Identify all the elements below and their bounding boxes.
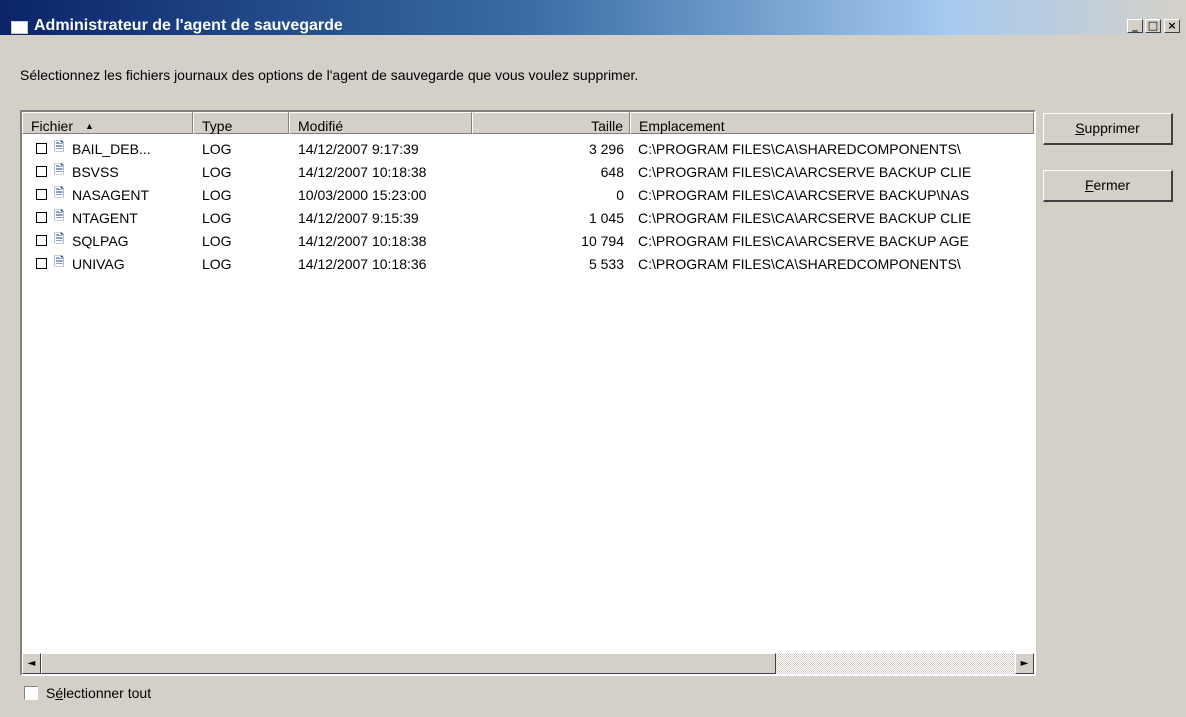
window-icon [11, 21, 28, 34]
sort-ascending-icon: ▲ [85, 121, 94, 131]
select-all-label[interactable]: Sélectionner tout [46, 685, 151, 701]
cell-emplacement: C:\PROGRAM FILES\CA\SHAREDCOMPONENTS\ [638, 141, 961, 157]
select-all-checkbox[interactable] [24, 686, 38, 700]
row-checkbox[interactable] [36, 258, 47, 269]
column-header-emplacement[interactable]: Emplacement [630, 112, 1034, 134]
maximize-button[interactable]: □ [1145, 19, 1161, 33]
cell-type: LOG [202, 187, 232, 203]
cell-taille: 5 533 [588, 256, 624, 272]
cell-taille: 3 296 [588, 141, 624, 157]
scroll-left-icon[interactable]: ◄ [22, 653, 41, 674]
table-row[interactable]: 🗎 SQLPAG LOG 14/12/2007 10:18:38 10 794 C:\PR… [22, 230, 1034, 253]
cell-emplacement: C:\PROGRAM FILES\CA\ARCSERVE BACKUP CLIE [638, 210, 972, 226]
list-header: Fichier ▲ Type Modifié Taille Emplacement [22, 112, 1034, 136]
cell-taille: 0 [616, 187, 624, 203]
cell-taille: 1 045 [588, 210, 624, 226]
cell-fichier: NASAGENT [72, 187, 150, 203]
close-button[interactable]: × [1164, 19, 1180, 33]
cell-type: LOG [202, 233, 232, 249]
document-icon: 🗎 [54, 232, 65, 247]
cell-modifie: 14/12/2007 10:18:38 [298, 164, 427, 180]
cell-fichier: BSVSS [72, 164, 119, 180]
document-icon: 🗎 [54, 140, 65, 155]
document-icon: 🗎 [54, 209, 65, 224]
cell-modifie: 14/12/2007 10:18:38 [298, 233, 427, 249]
cell-taille: 648 [600, 164, 624, 180]
scrollbar-thumb[interactable] [41, 653, 776, 674]
cell-type: LOG [202, 164, 232, 180]
row-checkbox[interactable] [36, 189, 47, 200]
row-checkbox[interactable] [36, 143, 47, 154]
cell-modifie: 14/12/2007 9:17:39 [298, 141, 419, 157]
cell-modifie: 14/12/2007 10:18:36 [298, 256, 427, 272]
document-icon: 🗎 [54, 186, 65, 201]
row-checkbox[interactable] [36, 166, 47, 177]
column-header-type[interactable]: Type [193, 112, 289, 134]
cell-emplacement: C:\PROGRAM FILES\CA\SHAREDCOMPONENTS\ [638, 256, 961, 272]
fermer-button[interactable]: Fermer [1043, 170, 1173, 202]
cell-modifie: 10/03/2000 15:23:00 [298, 187, 427, 203]
supprimer-button[interactable]: Supprimer [1043, 113, 1173, 145]
cell-emplacement: C:\PROGRAM FILES\CA\ARCSERVE BACKUP AGE [638, 233, 969, 249]
row-checkbox[interactable] [36, 212, 47, 223]
column-header-taille[interactable]: Taille [472, 112, 630, 134]
cell-emplacement: C:\PROGRAM FILES\CA\ARCSERVE BACKUP CLIE [638, 164, 972, 180]
cell-fichier: SQLPAG [72, 233, 129, 249]
document-icon: 🗎 [54, 255, 65, 270]
cell-modifie: 14/12/2007 9:15:39 [298, 210, 419, 226]
table-row[interactable]: 🗎 NASAGENT LOG 10/03/2000 15:23:00 0 C:\PROGR… [22, 184, 1034, 207]
cell-type: LOG [202, 141, 232, 157]
column-header-fichier[interactable]: Fichier ▲ [22, 112, 193, 134]
window-title: Administrateur de l'agent de sauvegarde [34, 17, 343, 34]
table-row[interactable]: 🗎 BAIL_DEB... LOG 14/12/2007 9:17:39 3 296 C:… [22, 138, 1034, 161]
cell-fichier: BAIL_DEB... [72, 141, 151, 157]
cell-taille: 10 794 [581, 233, 624, 249]
log-file-list[interactable]: Fichier ▲ Type Modifié Taille Emplacement… [20, 110, 1036, 676]
cell-emplacement: C:\PROGRAM FILES\CA\ARCSERVE BACKUP\NAS [638, 187, 970, 203]
table-row[interactable]: 🗎 BSVSS LOG 14/12/2007 10:18:38 648 C:\PROGRA… [22, 161, 1034, 184]
cell-type: LOG [202, 256, 232, 272]
cell-fichier: NTAGENT [72, 210, 138, 226]
scroll-right-icon[interactable]: ► [1015, 653, 1034, 674]
cell-type: LOG [202, 210, 232, 226]
cell-fichier: UNIVAG [72, 256, 125, 272]
horizontal-scrollbar[interactable]: ◄ ► [22, 653, 1034, 674]
title-bar: Administrateur de l'agent de sauvegarde … [0, 0, 1186, 35]
table-row[interactable]: 🗎 NTAGENT LOG 14/12/2007 9:15:39 1 045 C:\PRO… [22, 207, 1034, 230]
column-header-modifie[interactable]: Modifié [289, 112, 472, 134]
table-row[interactable]: 🗎 UNIVAG LOG 14/12/2007 10:18:36 5 533 C:\PRO… [22, 253, 1034, 276]
row-checkbox[interactable] [36, 235, 47, 246]
document-icon: 🗎 [54, 163, 65, 178]
instruction-text: Sélectionnez les fichiers journaux des o… [20, 67, 639, 83]
minimize-button[interactable]: _ [1127, 19, 1143, 33]
